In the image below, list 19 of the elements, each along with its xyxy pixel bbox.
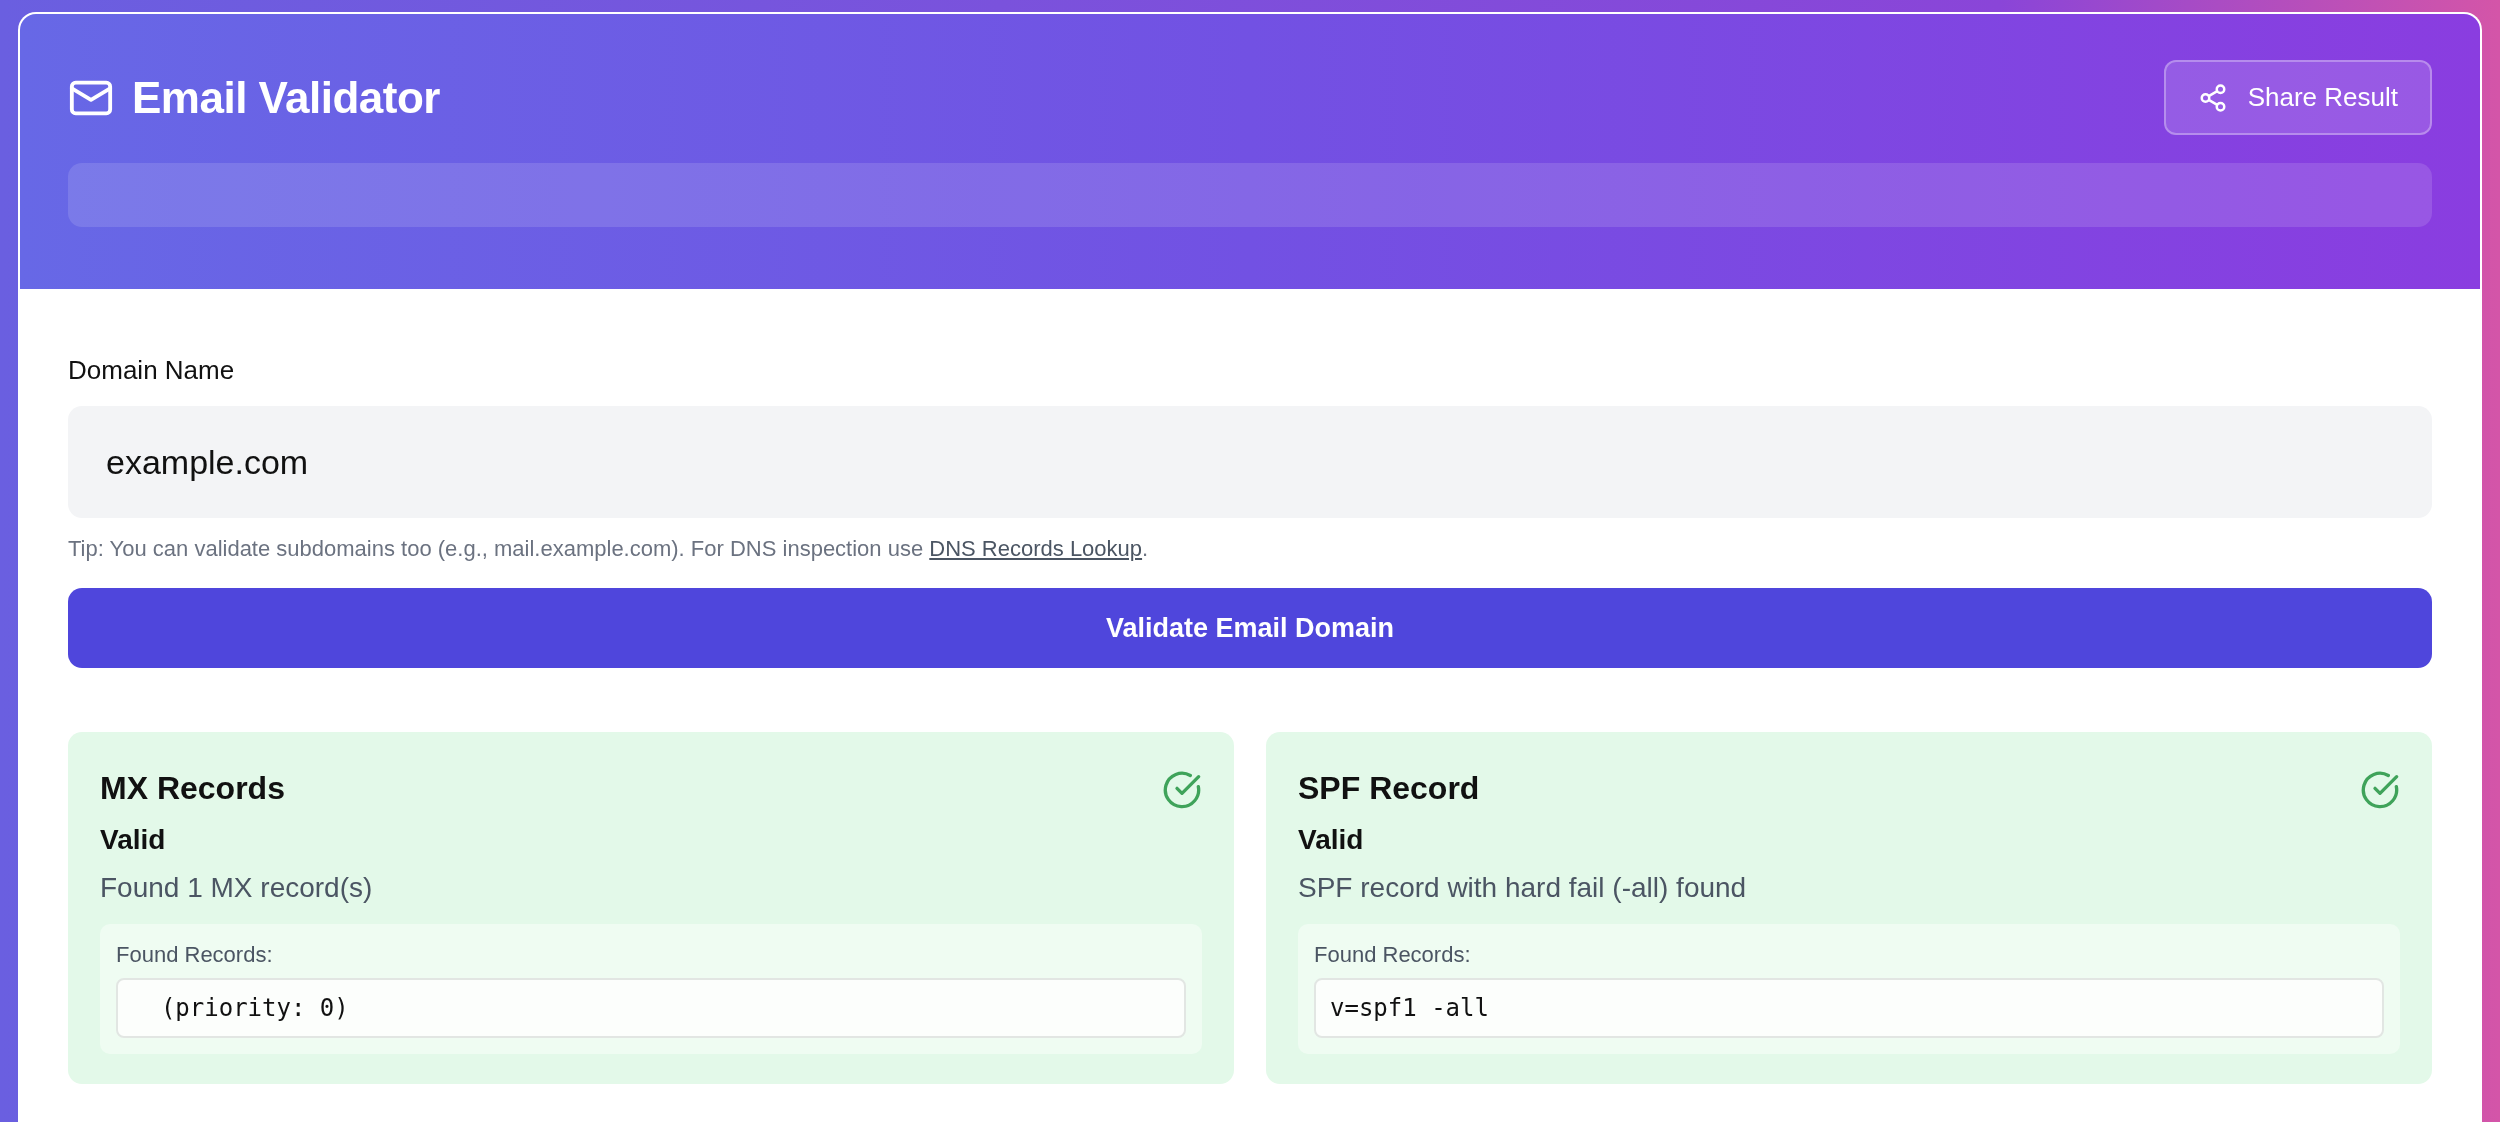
app-title: Email Validator <box>132 72 440 123</box>
status-text: Valid <box>100 824 167 856</box>
check-circle-icon <box>1162 770 1202 810</box>
result-title: SPF Record <box>1298 770 1480 807</box>
domain-field[interactable]: example.com <box>68 406 2432 518</box>
result-title: MX Records <box>100 770 285 807</box>
record-value: (priority: 0) <box>116 978 1186 1038</box>
dns-lookup-link[interactable]: DNS Records Lookup <box>929 536 1143 561</box>
tip-text: Tip: You can validate subdomains too (e.g., mail.example.com). For DNS inspection use DNS Records Lookup. <box>68 536 1150 562</box>
records-label: Found Records: <box>1314 942 1472 968</box>
status-text: Valid <box>1298 824 1365 856</box>
field-label: Domain Name <box>68 355 236 386</box>
records-label: Found Records: <box>116 942 274 968</box>
result-message: Found 1 MX record(s) <box>100 872 374 904</box>
result-message: SPF record with hard fail (-all) found <box>1298 872 1748 904</box>
share-button[interactable]: Share Result <box>2163 60 2432 135</box>
check-circle-icon <box>2360 770 2400 810</box>
validate-button[interactable]: Validate Email Domain <box>68 588 2432 668</box>
record-value: v=spf1 -all <box>1314 978 2384 1038</box>
